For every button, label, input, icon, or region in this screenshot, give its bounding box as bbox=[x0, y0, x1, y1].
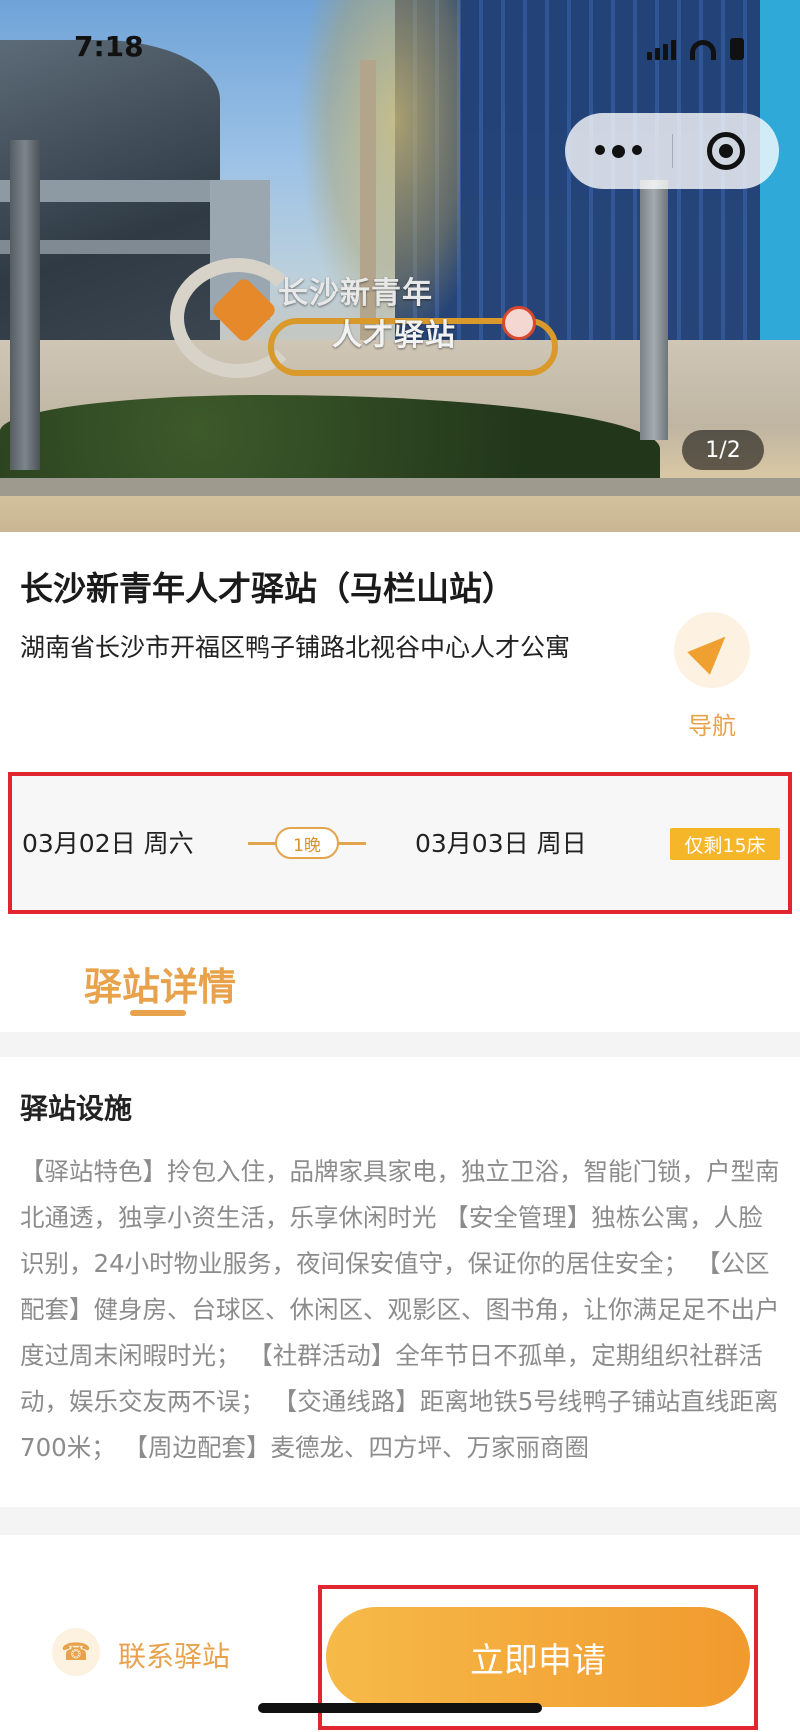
home-indicator bbox=[258, 1703, 542, 1713]
wifi-icon bbox=[690, 40, 716, 60]
status-time: 7:18 bbox=[74, 30, 144, 63]
facilities-description: 【驿站特色】拎包入住，品牌家具家电，独立卫浴，智能门锁，户型南北通透，独享小资生… bbox=[20, 1157, 780, 1462]
station-sign: 长沙新青年 人才驿站 bbox=[150, 248, 570, 383]
station-info: 长沙新青年人才驿站（马栏山站） 湖南省长沙市开福区鸭子铺路北视谷中心人才公寓 导… bbox=[0, 532, 800, 764]
signal-icon bbox=[647, 40, 676, 60]
tab-bar: 驿站详情 bbox=[0, 922, 800, 1032]
navigate-button[interactable] bbox=[674, 612, 750, 688]
facilities-title: 驿站设施 bbox=[20, 1092, 133, 1125]
building-right-edge bbox=[760, 0, 800, 360]
battery-icon bbox=[730, 38, 744, 60]
lamp-pole bbox=[640, 180, 668, 440]
target-close-icon[interactable] bbox=[673, 132, 780, 170]
sign-pin-icon bbox=[502, 306, 536, 340]
navigate-label[interactable]: 导航 bbox=[688, 706, 736, 741]
highlight-box-dates bbox=[8, 772, 792, 914]
sign-text: 长沙新青年 bbox=[278, 276, 433, 311]
lamp-pole bbox=[10, 140, 40, 470]
hero-photo[interactable]: 长沙新青年 人才驿站 7:18 1/2 bbox=[0, 0, 800, 532]
miniprogram-capsule bbox=[565, 113, 779, 189]
sign-text: 人才驿站 bbox=[332, 318, 456, 353]
date-section: 03月02日 周六 1晚 03月03日 周日 仅剩15床 bbox=[0, 764, 800, 922]
phone-icon[interactable]: ☎ bbox=[52, 1628, 100, 1676]
facilities-section: 驿站设施 【驿站特色】拎包入住，品牌家具家电，独立卫浴，智能门锁，户型南北通透，… bbox=[0, 1057, 800, 1507]
more-dots-icon[interactable] bbox=[565, 144, 672, 158]
contact-station-button[interactable]: 联系驿站 bbox=[118, 1635, 230, 1675]
status-icons bbox=[647, 38, 744, 60]
tab-active-indicator bbox=[130, 1010, 186, 1016]
tab-station-detail[interactable]: 驿站详情 bbox=[84, 956, 236, 1011]
station-title: 长沙新青年人才驿站（马栏山站） bbox=[20, 569, 515, 608]
navigation-arrow-icon bbox=[687, 625, 737, 675]
curb bbox=[0, 478, 800, 496]
photo-pager: 1/2 bbox=[682, 430, 764, 470]
station-address: 湖南省长沙市开福区鸭子铺路北视谷中心人才公寓 bbox=[20, 633, 571, 662]
